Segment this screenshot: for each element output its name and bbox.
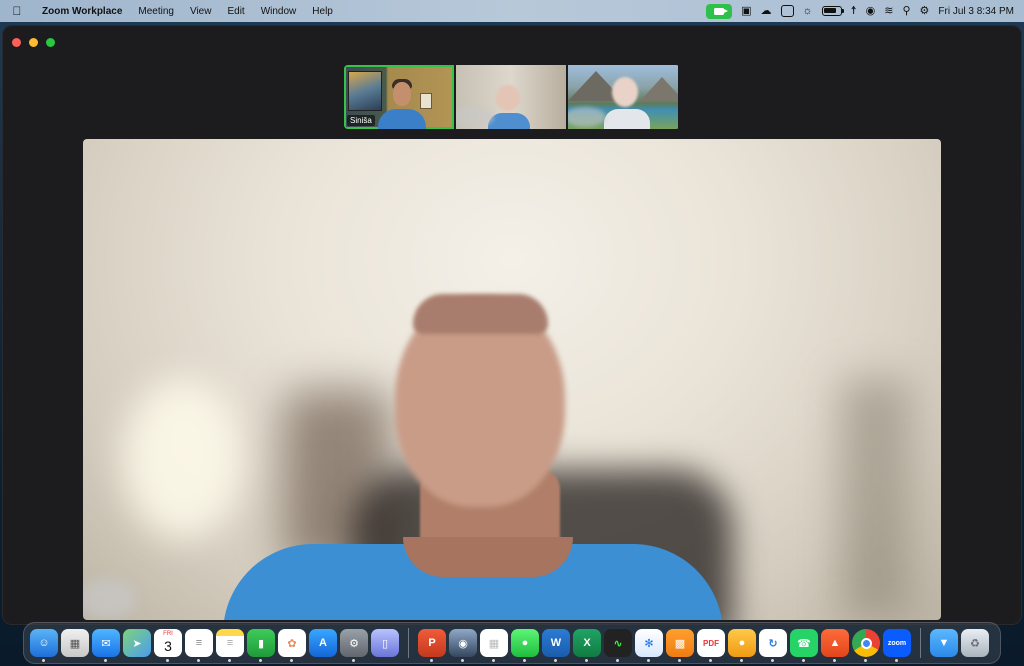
pdf-expert-icon[interactable]: PDF [697, 629, 725, 662]
background-mountain [640, 77, 678, 101]
zoom-icon[interactable]: zoom [883, 629, 911, 662]
quickshare-icon[interactable]: ↻ [759, 629, 787, 662]
cloud-icon[interactable]: ☁ [761, 5, 772, 17]
system-settings-icon[interactable]: ⚙ [340, 629, 368, 662]
photos-icon[interactable]: ✿ [278, 629, 306, 662]
whatsapp-icon[interactable]: ☎ [790, 629, 818, 662]
speaker-head [413, 294, 548, 334]
participant-face [393, 82, 411, 106]
excel-icon[interactable]: X [573, 629, 601, 662]
background-lamp [123, 379, 243, 539]
notes-icon[interactable]: ≡ [216, 629, 244, 662]
zoom-camera-icon[interactable] [706, 3, 733, 19]
dock-separator [920, 628, 921, 658]
battery-icon[interactable] [821, 6, 844, 16]
pdf-label: PDF [703, 638, 719, 648]
zoom-meeting-window: Siniša [2, 25, 1022, 625]
numbers-icon[interactable]: ▮ [247, 629, 275, 662]
launchpad-icon[interactable]: ▦ [61, 629, 89, 657]
participant-tile-3[interactable] [568, 65, 678, 129]
redacted-name-tag [568, 107, 606, 127]
activity-monitor-icon[interactable]: ∿ [604, 629, 632, 662]
background-plant [841, 379, 911, 619]
maximize-window-button[interactable] [46, 38, 55, 47]
participant-tile-2[interactable] [456, 65, 566, 129]
downloads-folder-icon[interactable]: ▼ [930, 629, 958, 657]
participant-face-blurred [612, 77, 638, 107]
wall-frame [420, 93, 432, 109]
dock-separator [408, 628, 409, 658]
maps-icon[interactable]: ➤ [123, 629, 151, 657]
menu-edit[interactable]: Edit [219, 6, 252, 17]
participant-shirt [378, 109, 426, 129]
vpn-icon[interactable]: ◉ [866, 5, 876, 17]
printer-icon[interactable] [780, 5, 794, 17]
window-controls [12, 38, 55, 47]
participant-filmstrip: Siniša [344, 65, 680, 129]
minimize-window-button[interactable] [29, 38, 38, 47]
wall-painting [348, 71, 382, 111]
menu-app-name[interactable]: Zoom Workplace [34, 6, 130, 17]
mail-icon[interactable]: ✉ [92, 629, 120, 662]
finder-icon[interactable]: ☺ [30, 629, 58, 662]
calendar-icon[interactable]: FRI 3 [154, 629, 182, 662]
dictionary-icon[interactable]: ◉ [449, 629, 477, 662]
menu-meeting[interactable]: Meeting [130, 6, 182, 17]
speaker-collar [403, 537, 573, 577]
search-icon[interactable]: ⚲ [902, 5, 910, 17]
menu-view[interactable]: View [182, 6, 220, 17]
simulator-icon[interactable]: ▯ [371, 629, 399, 657]
books-icon[interactable]: ▩ [666, 629, 694, 662]
hearing-icon[interactable]: ☨ [851, 5, 857, 17]
participant-tile-1[interactable]: Siniša [344, 65, 454, 129]
control-center-icon[interactable]: ⚙ [920, 5, 930, 17]
reminders-icon[interactable]: ≡ [185, 629, 213, 662]
trash-icon[interactable]: ♻ [961, 629, 989, 657]
brightness-icon[interactable]: ☼ [803, 5, 813, 17]
active-speaker-video[interactable] [83, 139, 941, 620]
redacted-name-tag [83, 579, 137, 619]
brave-icon[interactable]: ▲ [821, 629, 849, 662]
word-icon[interactable]: W [542, 629, 570, 662]
participant-name-tag: Siniša [347, 115, 375, 126]
participant-shirt [604, 109, 650, 129]
calendar-day: FRI [163, 631, 173, 637]
close-window-button[interactable] [12, 38, 21, 47]
zoom-label: zoom [887, 639, 907, 647]
participant-shirt [488, 113, 530, 129]
participant-face-blurred [496, 85, 520, 111]
chrome-icon[interactable] [852, 629, 880, 662]
safari-icon[interactable]: ✻ [635, 629, 663, 662]
menu-help[interactable]: Help [304, 6, 341, 17]
dock: ☺ ▦ ✉ ➤ FRI 3 ≡ ≡ ▮ ✿ A ⚙ ▯ P ◉ ▦ ● W X … [23, 622, 1001, 664]
wifi-icon[interactable]: ≋ [884, 5, 893, 17]
calendar-date: 3 [164, 638, 172, 654]
menu-window[interactable]: Window [253, 6, 305, 17]
menu-bar:  Zoom Workplace Meeting View Edit Windo… [0, 0, 1024, 22]
app-box-icon[interactable]: ▣ [741, 5, 751, 17]
powerpoint-icon[interactable]: P [418, 629, 446, 662]
apple-icon[interactable]:  [0, 5, 34, 17]
coins-icon[interactable]: ● [728, 629, 756, 662]
tables-icon[interactable]: ▦ [480, 629, 508, 662]
app-store-icon[interactable]: A [309, 629, 337, 657]
messages-icon[interactable]: ● [511, 629, 539, 662]
menu-clock[interactable]: Fri Jul 3 8:34 PM [938, 6, 1014, 17]
